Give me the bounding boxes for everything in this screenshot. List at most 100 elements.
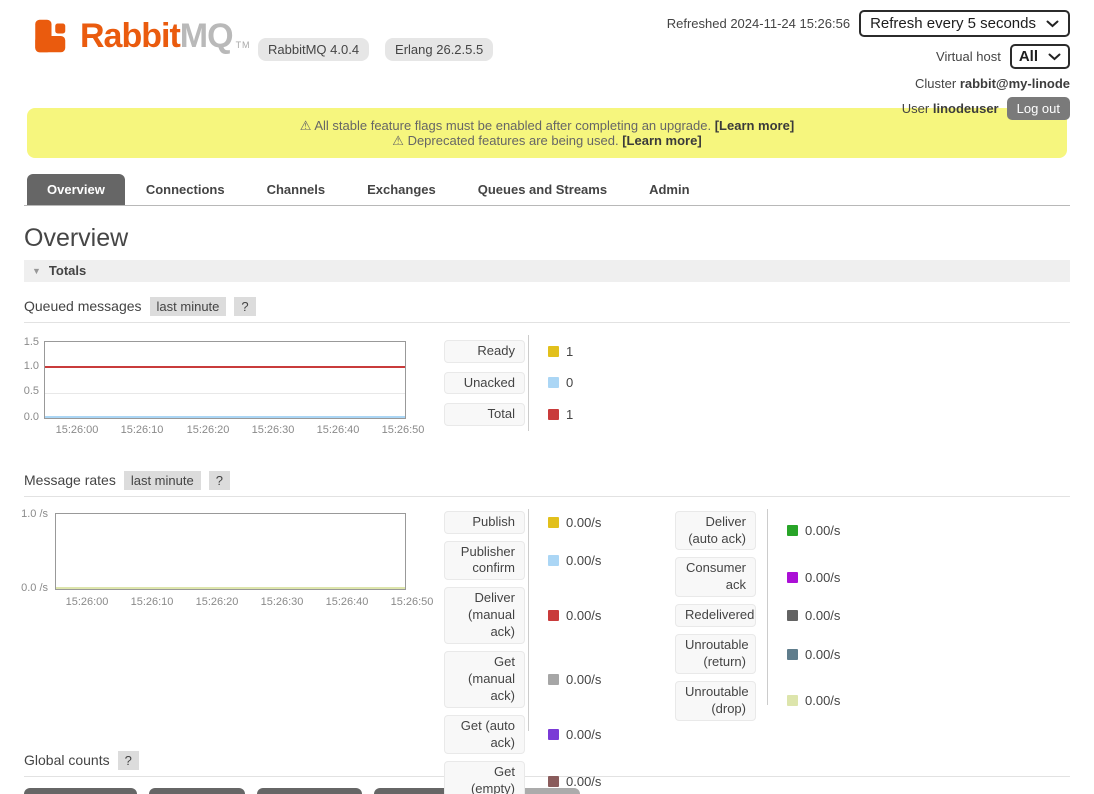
unroutable-return-button[interactable]: Unroutable (return) [675, 634, 756, 674]
unroutable-drop-rate: 0.00/s [805, 693, 840, 708]
banner-line-deprecated: ⚠ Deprecated features are being used. [L… [27, 133, 1067, 148]
unroutable-drop-color-swatch [787, 695, 798, 706]
unacked-button[interactable]: Unacked [444, 372, 525, 395]
publish-color-swatch [548, 517, 559, 528]
message-rates-title: Message rates [24, 472, 116, 488]
message-rates-header: Message rates last minute ? [24, 471, 1070, 497]
x-tick: 15:26:30 [252, 596, 312, 608]
get-auto-ack-rate: 0.00/s [566, 727, 601, 742]
rates-help-icon[interactable]: ? [209, 471, 230, 490]
total-button[interactable]: Total [444, 403, 525, 426]
get-empty-button[interactable]: Get (empty) [444, 761, 525, 794]
legend-row-deliver-auto-ack: Deliver (auto ack) 0.00/s [675, 511, 840, 551]
unacked-value: 0 [566, 375, 573, 390]
queued-plot-area [44, 341, 406, 419]
y-tick: 0.5 [0, 385, 39, 397]
tab-exchanges[interactable]: Exchanges [346, 174, 457, 205]
message-rates-chart: 1.0 /s 0.0 /s 15:26:00 15:26:10 15:26:20… [24, 511, 1070, 737]
legend-row-unacked: Unacked 0 [444, 372, 573, 395]
publisher-confirm-button[interactable]: Publisher confirm [444, 541, 525, 581]
unacked-color-swatch [548, 377, 559, 388]
x-tick: 15:26:10 [122, 596, 182, 608]
get-manual-ack-color-swatch [548, 674, 559, 685]
deliver-auto-ack-rate: 0.00/s [805, 523, 840, 538]
total-series-line [45, 366, 405, 368]
logo-tm: TM [236, 40, 251, 50]
virtual-host-value: All [1019, 48, 1038, 65]
tab-queues-and-streams[interactable]: Queues and Streams [457, 174, 628, 205]
logo-text-rabbit: Rabbit [80, 17, 180, 56]
refreshed-label: Refreshed 2024-11-24 15:26:56 [667, 16, 850, 31]
x-tick: 15:26:00 [57, 596, 117, 608]
consumer-ack-color-swatch [787, 572, 798, 583]
legend-row-publisher-confirm: Publisher confirm 0.00/s [444, 541, 601, 581]
redelivered-button[interactable]: Redelivered [675, 604, 756, 627]
tab-channels[interactable]: Channels [246, 174, 347, 205]
x-tick: 15:26:50 [373, 424, 433, 436]
publish-button[interactable]: Publish [444, 511, 525, 534]
deliver-auto-ack-button[interactable]: Deliver (auto ack) [675, 511, 756, 551]
collapse-triangle-icon: ▼ [32, 266, 41, 276]
refresh-interval-select[interactable]: Refresh every 5 seconds [859, 10, 1070, 37]
legend-row-publish: Publish 0.00/s [444, 511, 601, 534]
connections-count-button[interactable]: Connections:0 [24, 788, 137, 794]
legend-row-total: Total 1 [444, 403, 573, 426]
queued-messages-header: Queued messages last minute ? [24, 297, 1070, 323]
zero-rate-line [56, 587, 405, 589]
x-tick: 15:26:40 [308, 424, 368, 436]
redelivered-color-swatch [787, 610, 798, 621]
publish-rate: 0.00/s [566, 515, 601, 530]
logo-text-mq: MQ [180, 17, 233, 56]
virtual-host-select[interactable]: All [1010, 44, 1070, 69]
tab-overview[interactable]: Overview [27, 174, 125, 205]
tab-connections[interactable]: Connections [125, 174, 246, 205]
y-tick: 1.0 /s [4, 508, 48, 520]
unroutable-drop-button[interactable]: Unroutable (drop) [675, 681, 756, 721]
global-counts-title: Global counts [24, 752, 110, 768]
consumer-ack-button[interactable]: Consumer ack [675, 557, 756, 597]
totals-label: Totals [49, 263, 86, 278]
legend-row-ready: Ready 1 [444, 340, 573, 363]
y-tick: 0.0 /s [4, 582, 48, 594]
refresh-interval-value: Refresh every 5 seconds [870, 15, 1036, 32]
rabbitmq-overview-page: RabbitMQ TM RabbitMQ 4.0.4 Erlang 26.2.5… [0, 0, 1094, 794]
x-tick: 15:26:50 [382, 596, 442, 608]
chevron-down-icon [1046, 20, 1059, 28]
totals-section-header[interactable]: ▼ Totals [24, 260, 1070, 282]
ready-button[interactable]: Ready [444, 340, 525, 363]
legend-row-get-empty: Get (empty) 0.00/s [444, 761, 601, 794]
get-auto-ack-button[interactable]: Get (auto ack) [444, 715, 525, 755]
legend-row-get-auto-ack: Get (auto ack) 0.00/s [444, 715, 601, 755]
learn-more-link[interactable]: [Learn more] [622, 133, 701, 148]
get-empty-rate: 0.00/s [566, 774, 601, 789]
x-tick: 15:26:20 [187, 596, 247, 608]
queued-legend: Ready 1 Unacked 0 Total 1 [444, 340, 573, 427]
virtual-host-label: Virtual host [936, 49, 1001, 64]
legend-divider [528, 509, 529, 731]
deliver-manual-ack-rate: 0.00/s [566, 608, 601, 623]
legend-row-get-manual-ack: Get (manual ack) 0.00/s [444, 651, 601, 708]
version-badges: RabbitMQ 4.0.4 Erlang 26.2.5.5 [258, 38, 493, 61]
queued-range-badge[interactable]: last minute [150, 297, 227, 316]
logout-button[interactable]: Log out [1007, 97, 1070, 120]
get-empty-color-swatch [548, 776, 559, 787]
get-manual-ack-button[interactable]: Get (manual ack) [444, 651, 525, 708]
exchanges-count-button[interactable]: Exchanges:8 [257, 788, 362, 794]
y-tick: 1.5 [0, 336, 39, 348]
rates-range-badge[interactable]: last minute [124, 471, 201, 490]
user-label: User [902, 101, 929, 116]
queued-help-icon[interactable]: ? [234, 297, 255, 316]
legend-divider [767, 509, 768, 705]
cluster-name: rabbit@my-linode [960, 76, 1070, 91]
rates-legend-right: Deliver (auto ack) 0.00/s Consumer ack 0… [675, 511, 840, 721]
global-counts-help-icon[interactable]: ? [118, 751, 139, 770]
warning-icon: ⚠ Deprecated features are being used. [392, 133, 618, 148]
tab-admin[interactable]: Admin [628, 174, 710, 205]
channels-count-button[interactable]: Channels:0 [149, 788, 245, 794]
deliver-manual-ack-button[interactable]: Deliver (manual ack) [444, 587, 525, 644]
rabbitmq-rabbit-icon [34, 16, 74, 56]
x-tick: 15:26:40 [317, 596, 377, 608]
rates-legend-left: Publish 0.00/s Publisher confirm 0.00/s … [444, 511, 601, 794]
rabbitmq-logo[interactable]: RabbitMQ TM [34, 16, 251, 56]
legend-row-deliver-manual-ack: Deliver (manual ack) 0.00/s [444, 587, 601, 644]
